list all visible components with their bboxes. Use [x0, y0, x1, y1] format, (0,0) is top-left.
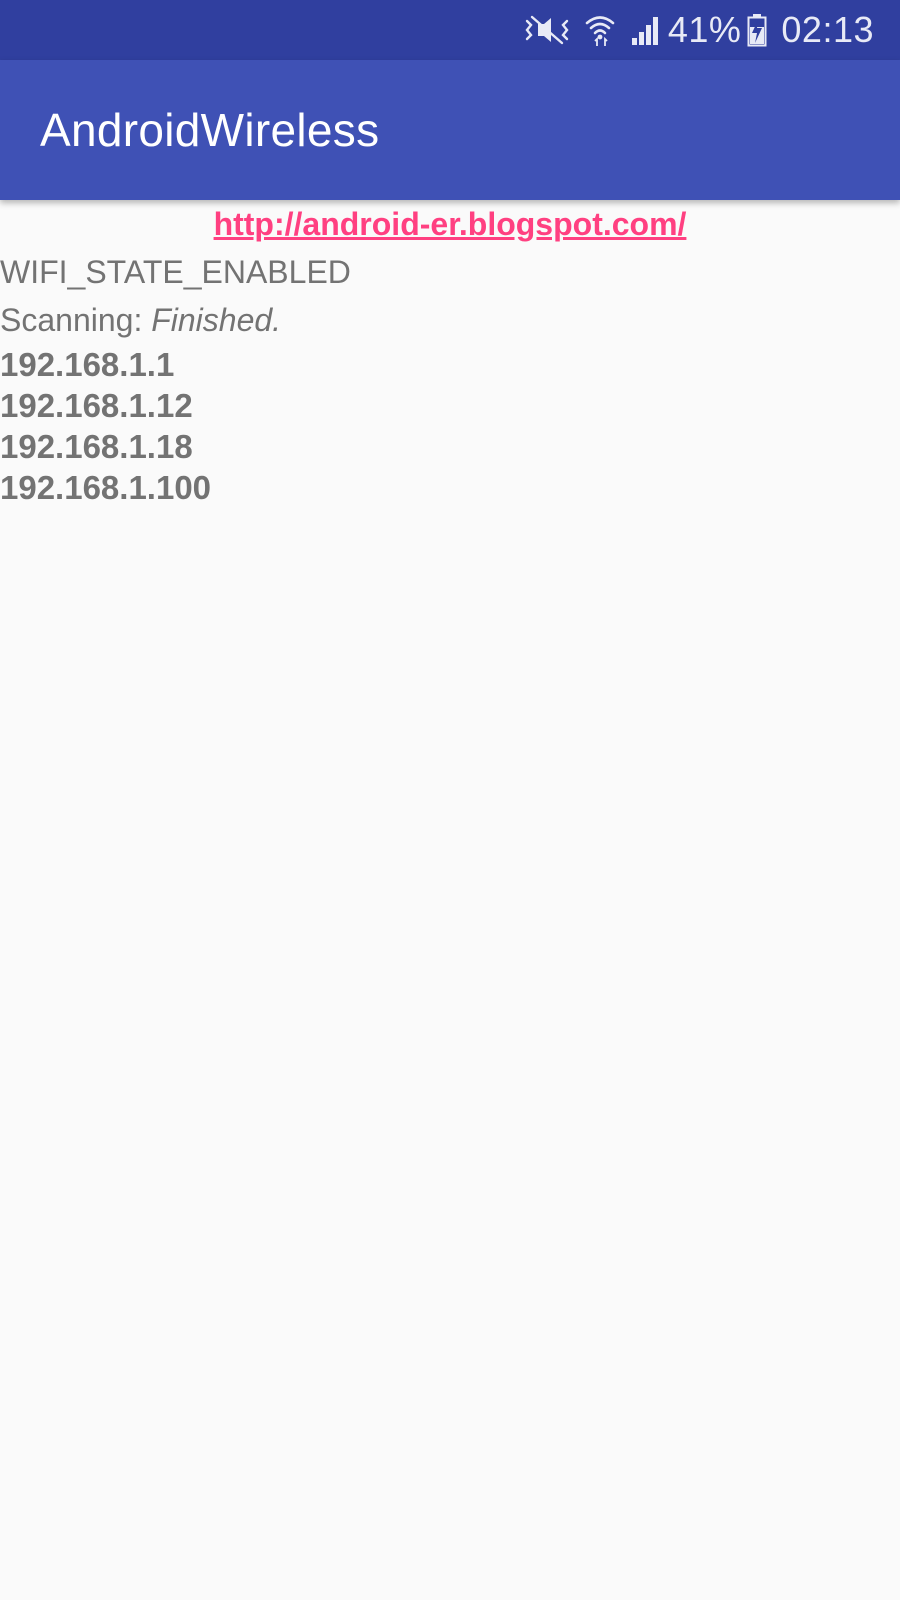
signal-icon — [630, 14, 662, 46]
app-bar: AndroidWireless — [0, 60, 900, 200]
status-bar: 41% 02:13 — [0, 0, 900, 60]
wifi-state-text: WIFI_STATE_ENABLED — [0, 254, 351, 290]
app-title: AndroidWireless — [40, 104, 380, 156]
scanning-value: Finished. — [151, 302, 282, 338]
ip-address-item: 192.168.1.18 — [0, 428, 193, 465]
battery-charging-icon — [747, 13, 767, 47]
status-time: 02:13 — [781, 9, 874, 50]
scanning-status: Scanning: Finished. — [0, 296, 900, 344]
scanning-label: Scanning: — [0, 302, 152, 338]
blog-link[interactable]: http://android-er.blogspot.com/ — [0, 200, 900, 248]
ip-address-item: 192.168.1.1 — [0, 346, 175, 383]
main-content: http://android-er.blogspot.com/ WIFI_STA… — [0, 200, 900, 508]
wifi-icon — [584, 13, 616, 47]
ip-address-item: 192.168.1.100 — [0, 469, 212, 506]
ip-address-list: 192.168.1.1 192.168.1.12 192.168.1.18 19… — [0, 344, 900, 508]
battery-percentage: 41% — [667, 9, 742, 50]
mute-vibrate-icon — [524, 13, 570, 47]
ip-address-item: 192.168.1.12 — [0, 387, 193, 424]
